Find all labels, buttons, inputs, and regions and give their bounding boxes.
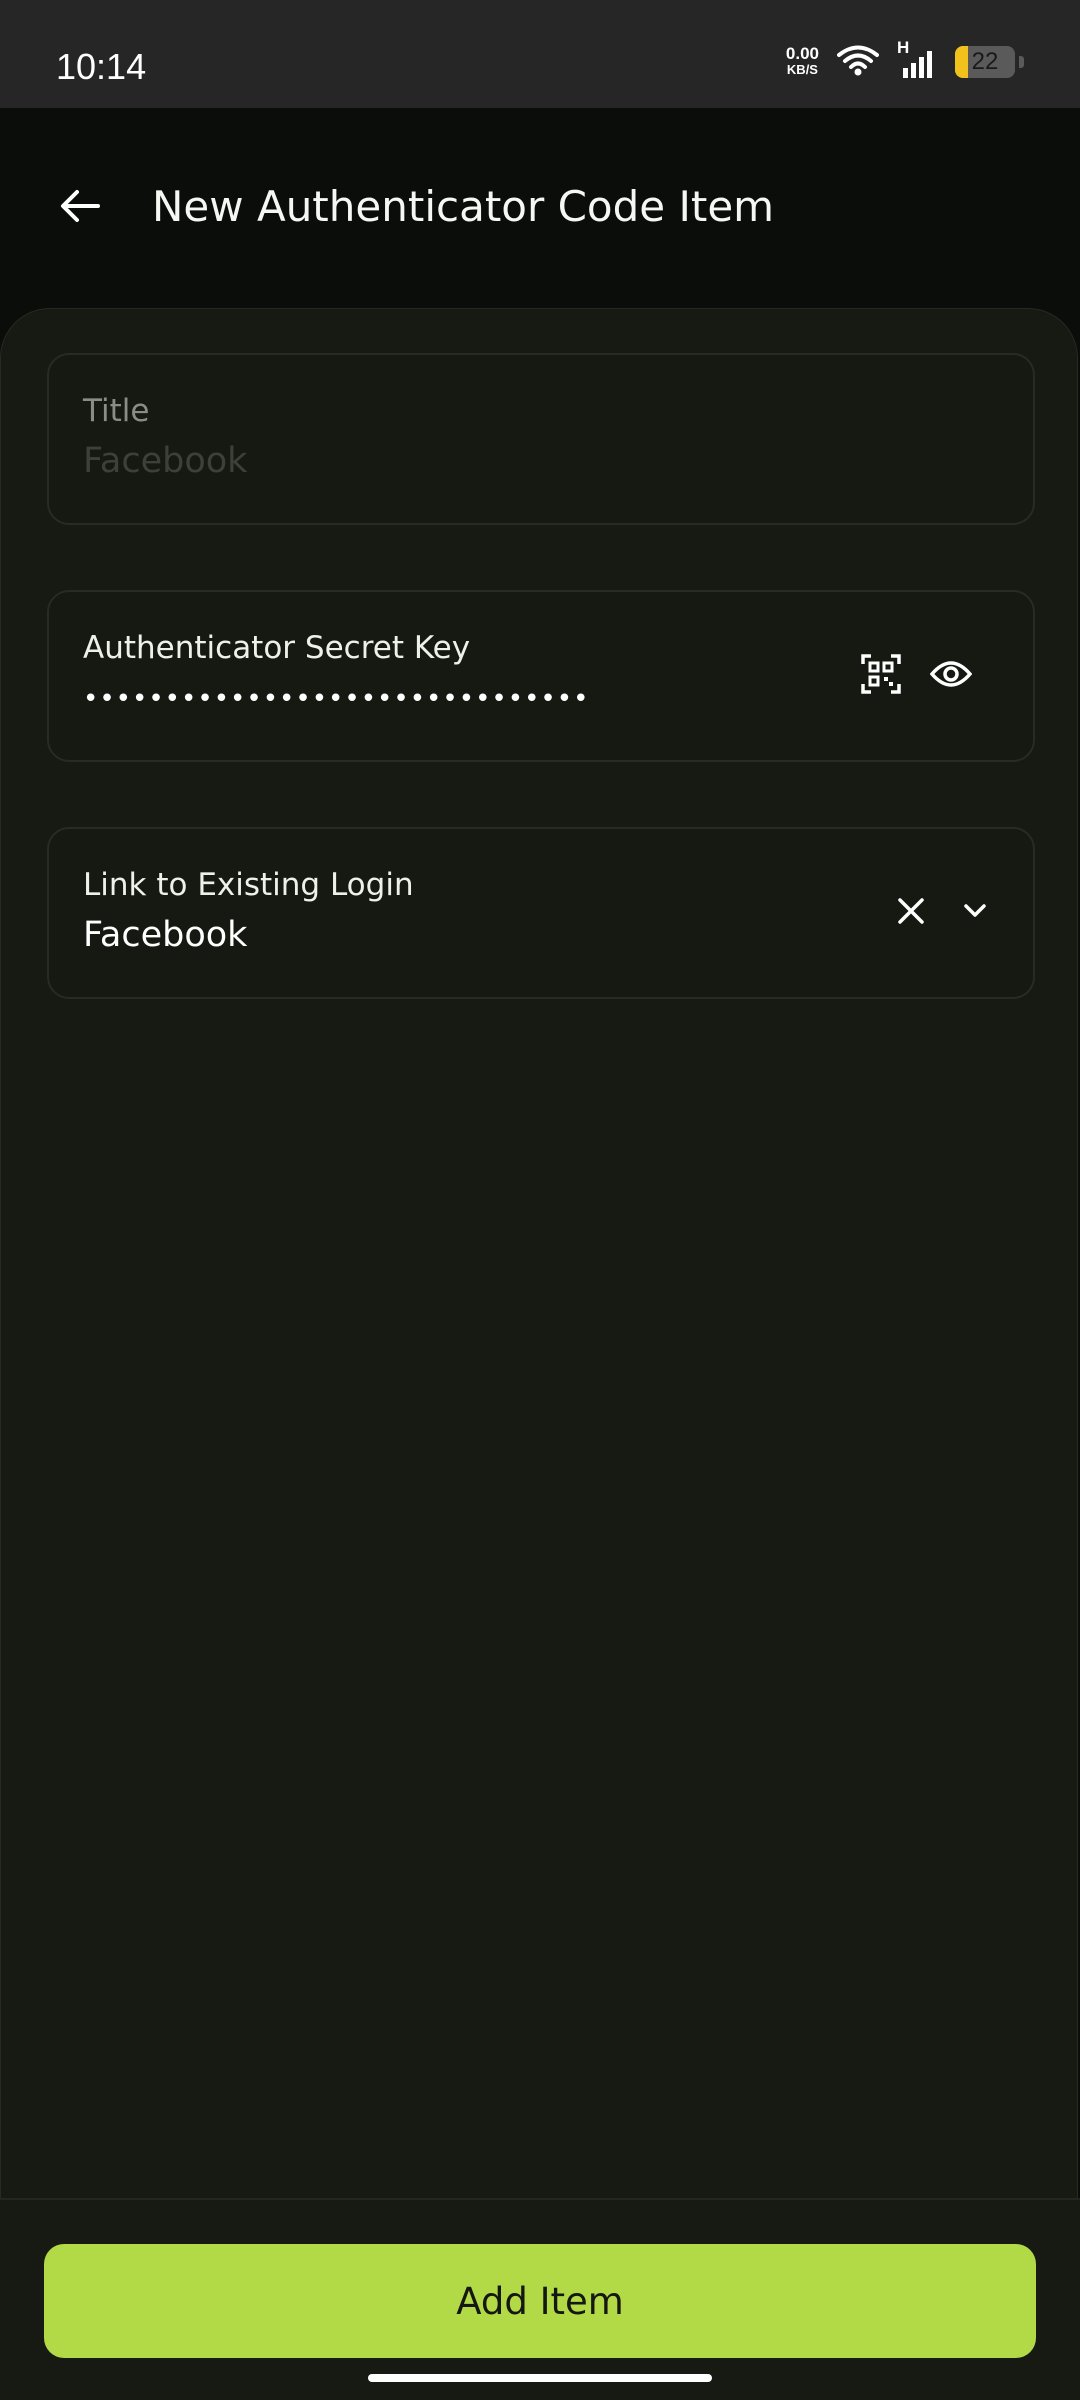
arrow-left-icon [60, 189, 100, 227]
status-icons: 0.00 KB/S H 22 [785, 38, 1024, 80]
clear-login-button[interactable] [879, 881, 943, 945]
expand-login-dropdown-button[interactable] [943, 881, 1007, 945]
status-time: 10:14 [56, 46, 147, 87]
battery-level: 22 [971, 48, 999, 75]
title-input[interactable] [83, 441, 783, 481]
link-login-value[interactable]: Facebook [83, 915, 247, 955]
qr-scan-icon [861, 654, 901, 698]
form-sheet: Title Authenticator Secret Key •••••••••… [0, 308, 1078, 2200]
status-bar: 10:14 0.00 KB/S H 22 [0, 0, 1080, 108]
net-speed-unit: KB/S [786, 62, 818, 77]
secret-key-label: Authenticator Secret Key [83, 630, 471, 666]
title-field-label: Title [83, 393, 150, 429]
cell-signal-icon: H [897, 38, 937, 80]
chevron-down-icon [963, 903, 987, 923]
scan-qr-button[interactable] [849, 644, 913, 708]
bottom-action-bar: Add Item [0, 2198, 1080, 2400]
net-speed: 0.00 KB/S [785, 44, 819, 78]
net-speed-value: 0.00 [785, 44, 819, 63]
link-login-field[interactable]: Link to Existing Login Facebook [47, 827, 1035, 999]
battery-tip [1019, 56, 1024, 68]
app-bar: New Authenticator Code Item [0, 108, 1080, 308]
home-indicator[interactable] [368, 2374, 712, 2382]
title-field[interactable]: Title [47, 353, 1035, 525]
link-login-label: Link to Existing Login [83, 867, 414, 903]
close-icon [897, 897, 925, 929]
secret-key-value[interactable]: ••••••••••••••••••••••••••••••• [83, 684, 589, 714]
eye-icon [929, 660, 973, 692]
wifi-icon [837, 44, 879, 80]
toggle-visibility-button[interactable] [919, 644, 983, 708]
battery-icon: 22 [955, 46, 1015, 78]
back-button[interactable] [44, 172, 116, 244]
page-title: New Authenticator Code Item [152, 182, 775, 231]
secret-key-field[interactable]: Authenticator Secret Key •••••••••••••••… [47, 590, 1035, 762]
add-item-button[interactable]: Add Item [44, 2244, 1036, 2358]
